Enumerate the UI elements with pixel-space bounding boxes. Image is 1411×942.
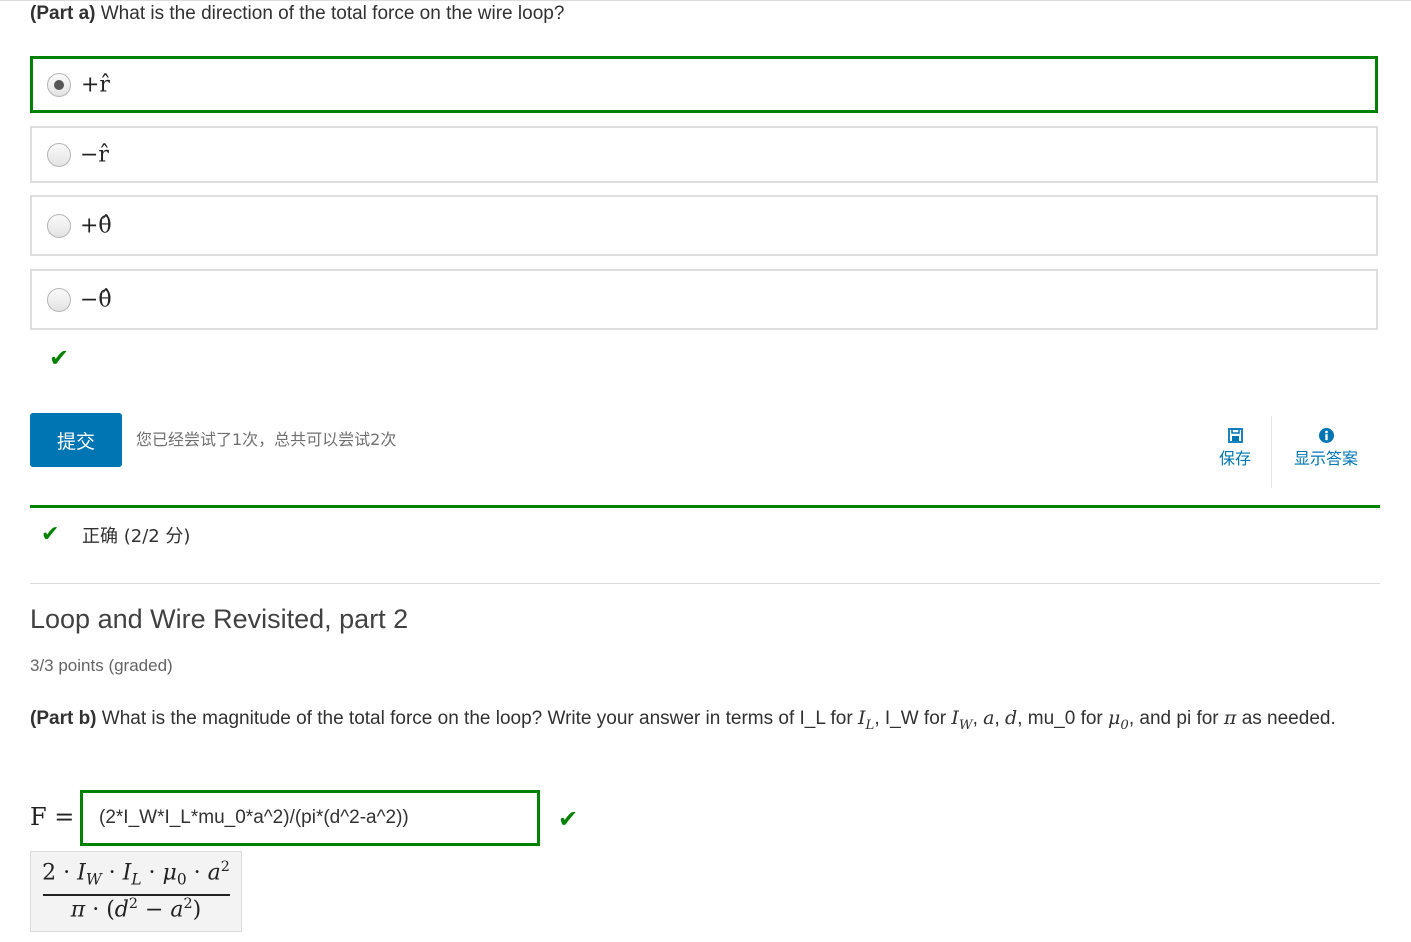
info-icon (1318, 428, 1334, 443)
show-answer-label: 显示答案 (1293, 449, 1358, 468)
choice-minus-theta[interactable]: −θ̂ (30, 269, 1378, 330)
var-d: d (1005, 707, 1018, 729)
choice-label: +θ̂ (80, 213, 112, 238)
part-b-text: , (972, 708, 984, 729)
radio-button[interactable] (47, 142, 71, 167)
answer-check-icon: ✔ (558, 806, 579, 833)
action-separator (1271, 416, 1272, 488)
part-b-text: as needed. (1236, 708, 1336, 729)
save-label: 保存 (1218, 449, 1251, 468)
top-divider (0, 0, 1411, 1)
part-b-text: What is the magnitude of the total force… (96, 708, 858, 729)
section-title: Loop and Wire Revisited, part 2 (30, 604, 409, 634)
choice-label: +r̂ (81, 72, 110, 97)
part-b-text: , I_W for (874, 708, 952, 729)
choice-minus-r[interactable]: −r̂ (30, 126, 1378, 183)
radio-button[interactable] (47, 287, 71, 312)
var-il: IL (857, 707, 875, 733)
preview-denominator: π · (d2 − a2) (70, 896, 202, 923)
radio-dot (54, 79, 64, 90)
submit-button[interactable]: 提交 (30, 413, 122, 467)
var-a: a (983, 707, 995, 729)
correct-check-icon: ✔ (49, 345, 70, 372)
section-divider (30, 583, 1380, 584)
show-answer-button[interactable]: 显示答案 (1286, 428, 1366, 469)
answer-label: F = (30, 803, 75, 831)
answer-input[interactable] (80, 790, 540, 846)
status-text: 正确 (2/2 分) (82, 526, 191, 547)
var-pi: π (1223, 707, 1237, 729)
choice-plus-r[interactable]: +r̂ (30, 56, 1378, 113)
status-check-icon: ✔ (41, 521, 60, 546)
part-b-text: , mu_0 for (1017, 708, 1109, 729)
math-preview: 2 · IW · IL · μ0 · a2 π · (d2 − a2) (30, 851, 242, 932)
preview-numerator: 2 · IW · IL · μ0 · a2 (42, 859, 230, 889)
part-a-text: What is the direction of the total force… (95, 3, 565, 24)
points-text: 3/3 points (graded) (30, 656, 173, 675)
choice-label: −θ̂ (80, 287, 112, 312)
part-b-prefix: (Part b) (30, 708, 97, 729)
part-b-text: , (994, 708, 1006, 729)
choice-plus-theta[interactable]: +θ̂ (30, 195, 1378, 256)
status-bar (30, 505, 1380, 508)
radio-button[interactable] (47, 213, 71, 238)
var-iw: IW (951, 707, 973, 733)
part-b-question: (Part b) What is the magnitude of the to… (30, 704, 1385, 740)
radio-button-selected[interactable] (47, 72, 71, 97)
part-b-text: , and pi for (1128, 708, 1224, 729)
choice-label: −r̂ (80, 142, 109, 167)
part-a-question: (Part a) What is the direction of the to… (30, 2, 564, 26)
save-button[interactable]: 保存 (1207, 428, 1263, 469)
part-a-prefix: (Part a) (30, 3, 96, 24)
save-icon (1227, 428, 1243, 443)
var-mu: μ0 (1108, 707, 1129, 733)
attempts-text: 您已经尝试了1次，总共可以尝试2次 (136, 430, 397, 449)
